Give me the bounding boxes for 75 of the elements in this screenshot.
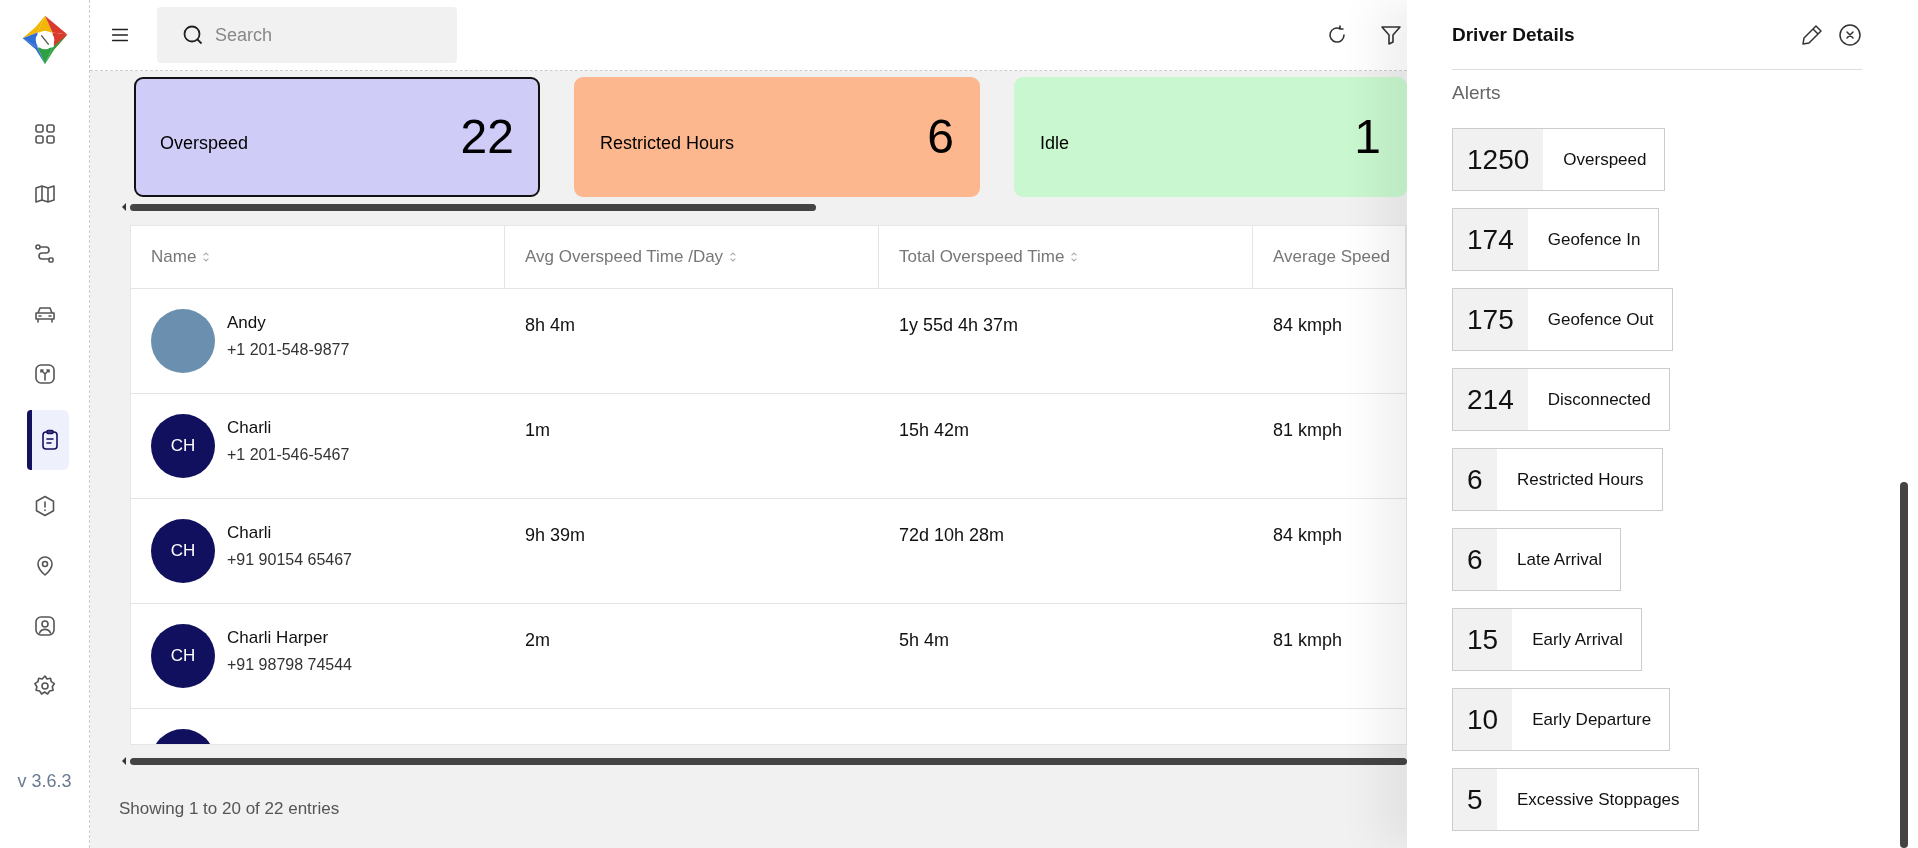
driver-name: Andy (227, 313, 267, 333)
search-icon (181, 23, 205, 47)
card-label: Idle (1040, 132, 1070, 154)
search-field[interactable]: Search (157, 7, 457, 63)
alert-label: Early Arrival (1531, 628, 1624, 651)
map-icon (32, 182, 57, 206)
card-count: 22 (460, 108, 514, 164)
table-cell-text: 2m (524, 629, 551, 652)
alert-count: 6 (1453, 529, 1497, 590)
table-cell-text: 15h 42m (898, 419, 971, 442)
avatar: CH (151, 624, 215, 688)
scrollbar-thumb[interactable] (1900, 482, 1908, 848)
driver-phone: +91 98798 74544 (227, 656, 352, 674)
alert-count: 175 (1453, 289, 1528, 350)
alert-count: 174 (1453, 209, 1528, 270)
driver-name: Charli (227, 523, 273, 543)
column-header[interactable]: Avg Overspeed Time /Day (505, 226, 879, 288)
table-cell-text: 1y 55d 4h 37m (898, 314, 1020, 337)
sidebar-item[interactable] (26, 410, 69, 470)
alert-label: Geofence In (1546, 228, 1642, 251)
scroll-left-icon[interactable] (122, 203, 126, 211)
avatar: CH (151, 519, 215, 583)
table-cell-text: 72d 10h 28m (898, 524, 1006, 547)
version-label: v 3.6.3 (17, 771, 72, 792)
grid-icon (32, 122, 57, 146)
panel-title: Driver Details (1452, 23, 1576, 46)
alert-count: 1250 (1453, 129, 1544, 190)
alert-summary-card[interactable]: Idle 1 (1014, 77, 1407, 197)
filter-icon (1379, 23, 1403, 47)
edit-button[interactable] (1800, 22, 1824, 47)
alert-label: Late Arrival (1516, 548, 1604, 571)
alert-count: 5 (1453, 769, 1497, 830)
card-label: Restricted Hours (600, 132, 735, 154)
table-cell-text: 1m (524, 419, 551, 442)
table-cell-text: 84 kmph (1272, 314, 1344, 337)
alert-label: Restricted Hours (1516, 468, 1645, 491)
table-cell-text: 8h 4m (524, 314, 577, 337)
column-header[interactable]: Name (131, 226, 505, 288)
settings-icon (32, 674, 57, 698)
driver-phone: +1 201-546-5467 (227, 446, 350, 464)
driver-phone: +1 201-548-9877 (227, 341, 350, 359)
alert-label: Overspeed (1562, 148, 1648, 171)
close-button[interactable] (1838, 22, 1862, 47)
user-icon (32, 614, 57, 638)
table-cell-text: 84 kmph (1272, 524, 1344, 547)
scrollbar-thumb[interactable] (130, 203, 816, 211)
column-header[interactable]: Total Overspeed Time (879, 226, 1253, 288)
scrollbar-thumb[interactable] (130, 757, 1407, 765)
driver-phone: +91 90154 65467 (227, 551, 352, 569)
alert-count: 6 (1453, 449, 1497, 510)
entries-summary: Showing 1 to 20 of 22 entries (119, 799, 340, 819)
table-cell-text: 5h 4m (898, 629, 951, 652)
alert-label: Geofence Out (1546, 308, 1655, 331)
card-count: 6 (927, 108, 954, 164)
alert-summary-card[interactable]: Overspeed 22 (134, 77, 540, 197)
alert-count: 214 (1453, 369, 1528, 430)
scroll-left-icon[interactable] (122, 757, 126, 765)
alert-count: 10 (1453, 689, 1513, 750)
section-heading: Alerts (1452, 82, 1502, 104)
card-count: 1 (1354, 108, 1381, 164)
alert-summary-card[interactable]: Restricted Hours 6 (574, 77, 980, 197)
alert-label: Excessive Stoppages (1516, 788, 1681, 811)
table-cell-text: 81 kmph (1272, 419, 1344, 442)
alert-label: Early Departure (1531, 708, 1653, 731)
avatar: CH (151, 414, 215, 478)
table-cell-text: 9h 39m (524, 524, 587, 547)
column-header[interactable]: Average Speed (1253, 226, 1406, 288)
card-label: Overspeed (160, 132, 249, 154)
alert-count: 15 (1453, 609, 1513, 670)
driver-name: Charli (227, 418, 273, 438)
driver-name: Charli Harper (227, 628, 330, 648)
fork-icon (32, 362, 57, 386)
table-cell-text: 81 kmph (1272, 629, 1344, 652)
alert-label: Disconnected (1546, 388, 1652, 411)
route-icon (32, 242, 57, 266)
